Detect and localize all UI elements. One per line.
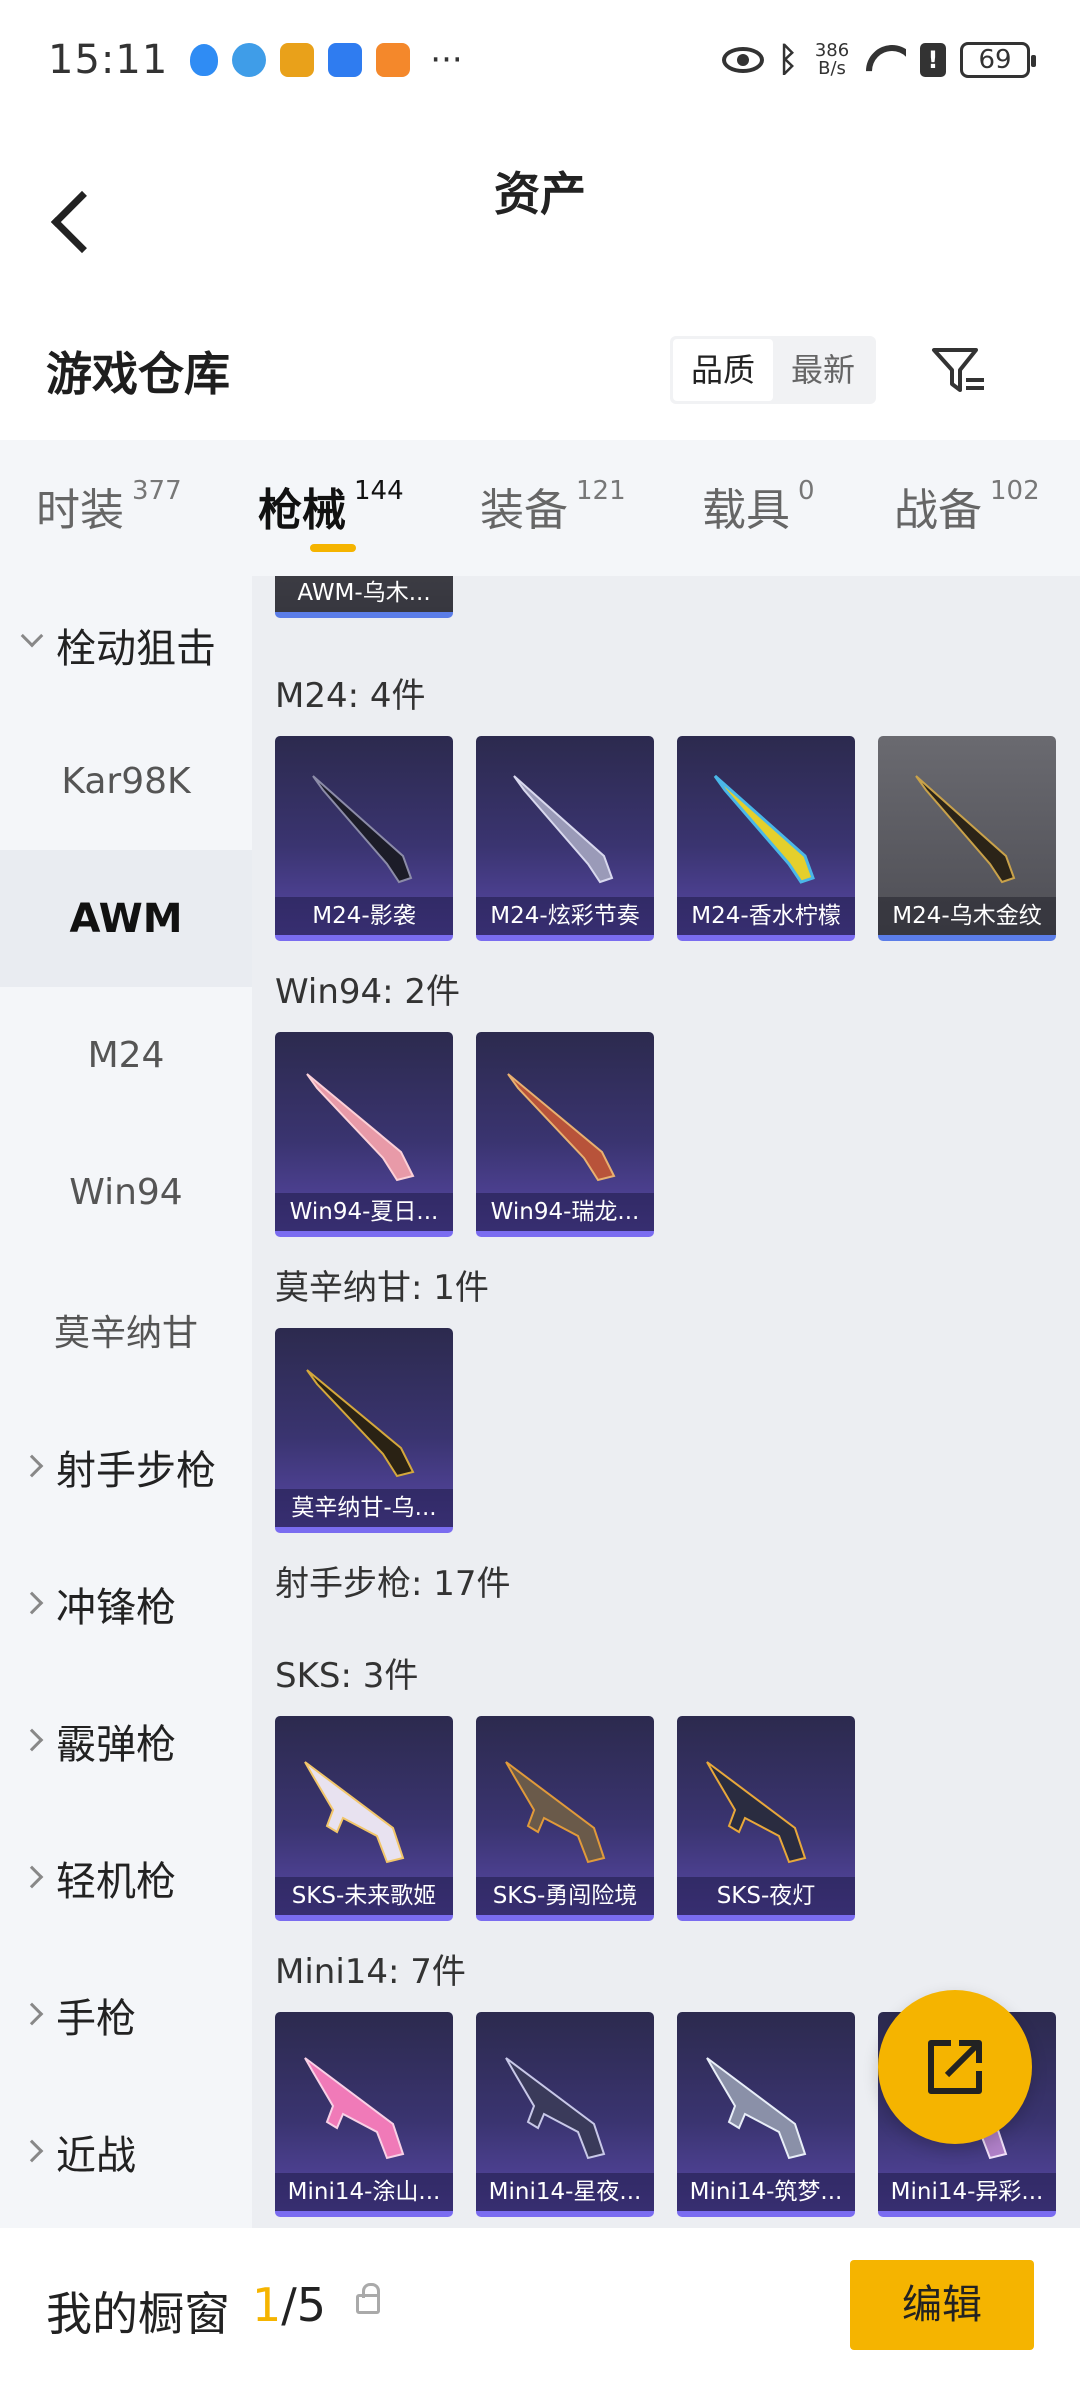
- browser-icon: [232, 43, 267, 77]
- skin-card[interactable]: Mini14-涂山...: [275, 2012, 453, 2217]
- side-group-dmr[interactable]: 射手步枪: [0, 1398, 252, 1535]
- tab-vehicles[interactable]: 载具 0: [702, 474, 815, 538]
- skin-card[interactable]: SKS-夜灯: [677, 1716, 855, 1921]
- chevron-right-icon: [20, 1728, 44, 1752]
- showcase-count: 1/5: [252, 2278, 327, 2332]
- skin-card[interactable]: Mini14-筑梦...: [677, 2012, 855, 2217]
- skin-card[interactable]: SKS-未来歌姬: [275, 1716, 453, 1921]
- category-tabs: 时装 377 枪械 144 装备 121 载具 0 战备 102: [0, 440, 1080, 576]
- sniper-rifle-icon: [713, 774, 815, 884]
- side-item-m24[interactable]: M24: [0, 987, 252, 1124]
- more-notifications-icon: ···: [430, 40, 463, 80]
- skin-card[interactable]: Mini14-星夜...: [476, 2012, 654, 2217]
- skin-card[interactable]: Win94-瑞龙...: [476, 1032, 654, 1237]
- lock-icon: [356, 2283, 380, 2314]
- side-group-bolt-sniper[interactable]: 栓动狙击: [0, 576, 252, 713]
- tab-supplies[interactable]: 战备 102: [894, 474, 1040, 538]
- edit-button[interactable]: 编辑: [850, 2260, 1034, 2350]
- side-group-lmg[interactable]: 轻机枪: [0, 1809, 252, 1946]
- lever-rifle-icon: [507, 1073, 616, 1182]
- lever-rifle-icon: [306, 1073, 415, 1182]
- active-tab-indicator: [310, 544, 356, 552]
- status-indicators: ᛒ 386 B/s ! 69: [721, 0, 1036, 120]
- app-notification-icon: [280, 43, 315, 77]
- group-label-dmr: 射手步枪: 17件: [275, 1564, 511, 1604]
- tab-fashion[interactable]: 时装 377: [36, 474, 182, 538]
- group-label-m24: M24: 4件: [275, 676, 426, 716]
- dmr-icon: [304, 1761, 405, 1864]
- side-item-kar98k[interactable]: Kar98K: [0, 713, 252, 850]
- page-title: 资产: [494, 167, 586, 221]
- chevron-right-icon: [20, 1865, 44, 1889]
- wifi-icon: [866, 45, 906, 75]
- status-bar: 15:11 ··· ᛒ 386 B/s ! 69: [0, 0, 1080, 120]
- sort-newest-button[interactable]: 最新: [773, 339, 873, 401]
- sniper-rifle-icon: [306, 1369, 415, 1478]
- chevron-right-icon: [20, 2002, 44, 2026]
- sort-quality-button[interactable]: 品质: [673, 339, 773, 401]
- sniper-rifle-icon: [513, 775, 614, 884]
- battery-icon: 69: [960, 42, 1036, 78]
- dmr-icon: [706, 2057, 807, 2160]
- side-item-awm[interactable]: AWM: [0, 850, 252, 987]
- shield-icon: [190, 44, 219, 76]
- warehouse-header: 游戏仓库 品质 最新: [0, 300, 1080, 440]
- dmr-icon: [505, 1761, 606, 1864]
- share-external-icon: [928, 2040, 982, 2094]
- skin-card[interactable]: SKS-勇闯险境: [476, 1716, 654, 1921]
- tab-equipment[interactable]: 装备 121: [480, 474, 626, 538]
- skin-card[interactable]: M24-乌木金纹: [878, 736, 1056, 941]
- chevron-right-icon: [20, 1591, 44, 1615]
- skin-card[interactable]: M24-炫彩节奏: [476, 736, 654, 941]
- nav-bar: 资产: [0, 120, 1080, 255]
- status-time: 15:11: [48, 37, 169, 83]
- side-group-melee[interactable]: 近战: [0, 2083, 252, 2220]
- bluetooth-icon: ᛒ: [777, 40, 798, 80]
- tab-guns[interactable]: 枪械 144: [258, 474, 404, 538]
- share-button[interactable]: [878, 1990, 1032, 2144]
- skin-card[interactable]: Win94-夏日...: [275, 1032, 453, 1237]
- side-group-shotgun[interactable]: 霰弹枪: [0, 1672, 252, 1809]
- section-title: 游戏仓库: [46, 347, 230, 401]
- net-speed: 386 B/s: [814, 40, 850, 79]
- side-nav: 栓动狙击 Kar98K AWM M24 Win94 莫辛纳甘 射手步枪 冲锋枪 …: [0, 576, 252, 2228]
- sort-toggle: 品质 最新: [670, 336, 876, 404]
- chevron-right-icon: [20, 1454, 44, 1478]
- showcase-bar: 我的橱窗 1/5 编辑: [0, 2228, 1080, 2382]
- side-group-pistol[interactable]: 手枪: [0, 1946, 252, 2083]
- dmr-icon: [505, 2057, 606, 2160]
- skin-grid: AWM-乌木... M24: 4件 M24-影袭 M24-炫彩节奏 M24-香水…: [252, 576, 1080, 2228]
- skin-card[interactable]: M24-香水柠檬: [677, 736, 855, 941]
- skin-card[interactable]: 莫辛纳甘-乌...: [275, 1328, 453, 1533]
- chevron-right-icon: [20, 2139, 44, 2163]
- group-label-mosin: 莫辛纳甘: 1件: [275, 1268, 489, 1308]
- group-label-mini14: Mini14: 7件: [275, 1952, 466, 1992]
- side-item-win94[interactable]: Win94: [0, 1124, 252, 1261]
- side-item-mosin[interactable]: 莫辛纳甘: [0, 1261, 252, 1398]
- filter-icon[interactable]: [928, 340, 988, 400]
- dmr-icon: [304, 2057, 405, 2160]
- notification-icons: ···: [190, 40, 463, 80]
- dmr-icon: [706, 1761, 807, 1864]
- chevron-down-icon: [20, 624, 44, 648]
- showcase-title: 我的橱窗: [46, 2287, 230, 2341]
- skin-card[interactable]: AWM-乌木...: [275, 576, 453, 618]
- group-label-win94: Win94: 2件: [275, 972, 461, 1012]
- sniper-rifle-icon: [915, 775, 1016, 884]
- eye-icon: [721, 47, 764, 73]
- bluetooth-app-icon: [328, 43, 363, 77]
- group-label-sks: SKS: 3件: [275, 1656, 419, 1696]
- game-controller-icon: [376, 43, 411, 77]
- sniper-rifle-icon: [312, 775, 413, 884]
- side-group-smg[interactable]: 冲锋枪: [0, 1535, 252, 1672]
- alert-icon: !: [920, 43, 946, 77]
- skin-card[interactable]: M24-影袭: [275, 736, 453, 941]
